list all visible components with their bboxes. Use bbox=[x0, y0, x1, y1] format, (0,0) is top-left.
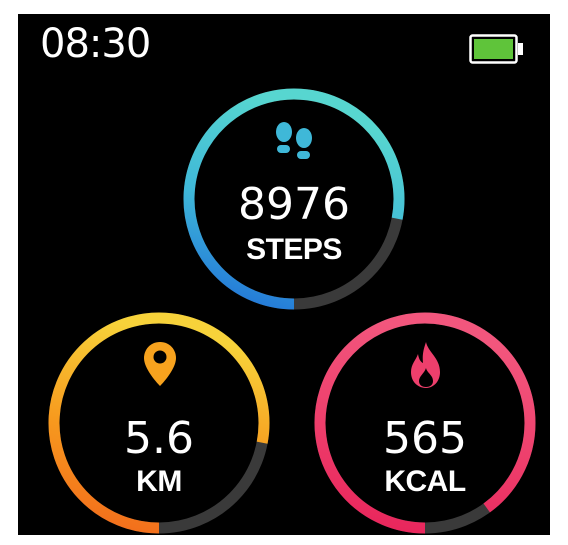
calories-ring[interactable]: 565 KCAL bbox=[312, 310, 538, 535]
status-time: 08:30 bbox=[40, 21, 151, 67]
battery-full-icon bbox=[469, 34, 523, 64]
battery-level-fill bbox=[474, 39, 513, 59]
location-pin-icon bbox=[144, 342, 176, 386]
steps-value: 8976 bbox=[238, 179, 350, 230]
distance-ring[interactable]: 5.6 KM bbox=[46, 310, 272, 535]
footprints-icon bbox=[276, 122, 312, 159]
calories-value: 565 bbox=[383, 413, 467, 464]
flame-icon bbox=[411, 342, 440, 388]
distance-unit-label: KM bbox=[136, 465, 182, 498]
calories-unit-label: KCAL bbox=[384, 465, 466, 498]
distance-value: 5.6 bbox=[124, 413, 194, 464]
steps-ring[interactable]: 8976 STEPS bbox=[181, 86, 407, 312]
steps-unit-label: STEPS bbox=[246, 233, 342, 266]
watch-screen: 08:30 8976 STEPS 5.6 KM 565 KCAL bbox=[18, 14, 550, 535]
